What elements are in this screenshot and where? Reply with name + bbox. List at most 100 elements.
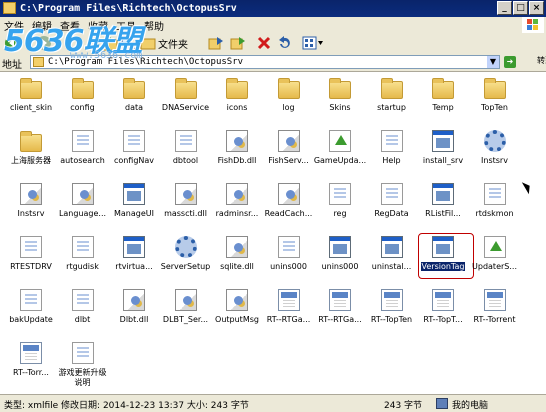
file-item[interactable]: dbtool [159, 130, 213, 182]
file-item[interactable]: DNAService [159, 77, 213, 129]
file-item[interactable]: rtdskmon [468, 183, 522, 235]
file-name: Instsrv [17, 209, 45, 218]
move-to-icon[interactable] [208, 35, 224, 51]
delete-icon[interactable] [256, 35, 272, 51]
file-item[interactable]: autosearch [56, 130, 110, 182]
file-item[interactable]: Dlbt.dll [107, 289, 161, 341]
file-item[interactable]: FishDb.dll [210, 130, 264, 182]
exe-icon [432, 183, 454, 205]
menu-help[interactable]: 帮助 [144, 18, 164, 33]
dll-icon [226, 183, 248, 205]
dll-icon [20, 183, 42, 205]
file-item[interactable]: Instsrv [468, 130, 522, 182]
copy-to-icon[interactable] [230, 35, 246, 51]
dll-icon [174, 289, 197, 311]
file-list[interactable]: client_skin config data DNAService icons log S… [0, 72, 546, 394]
file-item[interactable]: config [56, 77, 110, 129]
folder-icon [329, 78, 351, 99]
file-item[interactable]: reg [313, 183, 367, 235]
file-item[interactable]: TopTen [468, 77, 522, 129]
folder-icon [380, 78, 403, 99]
file-item[interactable]: log [262, 77, 316, 129]
file-item[interactable]: install_srv [416, 130, 470, 182]
undo-icon[interactable] [276, 35, 292, 51]
file-item[interactable]: unins000 [313, 236, 367, 288]
folder-icon [174, 78, 197, 99]
file-name: reg [333, 209, 347, 218]
file-name: RT--TopTen [370, 315, 413, 324]
go-button[interactable]: ➜ 转到 [503, 55, 546, 69]
file-item[interactable]: RT--TopTen [365, 289, 419, 341]
file-item[interactable]: Skins [313, 77, 367, 129]
folder-icon [123, 78, 145, 99]
file-item[interactable]: GameUpda... [313, 130, 367, 182]
file-name: ReadCach... [264, 209, 313, 218]
file-item[interactable]: icons [210, 77, 264, 129]
file-item[interactable]: startup [365, 77, 419, 129]
file-name: rtdskmon [475, 209, 514, 218]
file-item[interactable]: uninstal... [365, 236, 419, 288]
file-item[interactable]: ManageUI [107, 183, 161, 235]
file-item[interactable]: RTESTDRV [4, 236, 58, 288]
file-item[interactable]: 上海服务器 [4, 130, 58, 182]
minimize-button[interactable]: _ [497, 1, 512, 15]
gen-icon [329, 183, 351, 205]
file-name: DNAService [161, 103, 210, 112]
folder-icon [3, 2, 16, 14]
file-item[interactable]: FishServ... [262, 130, 316, 182]
file-name: install_srv [422, 156, 464, 165]
file-item[interactable]: RT--Torrent [468, 289, 522, 341]
file-item[interactable]: rtvirtua... [107, 236, 161, 288]
file-item[interactable]: client_skin [4, 77, 58, 129]
file-name: bakUpdate [9, 315, 53, 324]
title-bar[interactable]: C:\Program Files\Richtech\OctopusSrv _ □… [0, 0, 546, 17]
file-item[interactable]: Temp [416, 77, 470, 129]
file-item[interactable]: RT--RTGa... [262, 289, 316, 341]
gen-icon [20, 236, 42, 258]
folder-icon [71, 78, 94, 99]
file-item[interactable]: dlbt [56, 289, 110, 341]
file-item[interactable]: data [107, 77, 161, 129]
file-item[interactable]: radminsr... [210, 183, 264, 235]
gen-icon [71, 289, 94, 311]
file-item[interactable]: RegData [365, 183, 419, 235]
file-item[interactable]: Instsrv [4, 183, 58, 235]
rt-icon [380, 289, 403, 311]
folders-icon[interactable] [140, 35, 156, 51]
file-name: VersionTag [420, 262, 466, 271]
folders-label[interactable]: 文件夹 [158, 36, 188, 51]
file-item[interactable]: VersionTag [416, 233, 474, 288]
file-item[interactable]: rtgudisk [56, 236, 110, 288]
file-name: sqlite.dll [220, 262, 254, 271]
file-item[interactable]: masscti.dll [159, 183, 213, 235]
file-item[interactable]: RListFil... [416, 183, 470, 235]
file-item[interactable]: OutputMsg [210, 289, 264, 341]
file-name: ManageUI [114, 209, 154, 218]
maximize-button[interactable]: □ [513, 1, 528, 15]
file-name: RTESTDRV [10, 262, 52, 271]
views-icon[interactable] [302, 35, 324, 51]
file-name: RT--Torr... [13, 368, 49, 377]
file-item[interactable]: RT--TopT... [416, 289, 470, 341]
file-item[interactable]: ReadCach... [262, 183, 316, 235]
dll-icon [226, 130, 248, 152]
file-name: FishServ... [268, 156, 309, 165]
file-item[interactable]: DLBT_Ser... [159, 289, 213, 341]
file-item[interactable]: configNav [107, 130, 161, 182]
file-item[interactable]: RT--Torr... [4, 342, 58, 394]
file-item[interactable]: unins000 [262, 236, 316, 288]
file-item[interactable]: bakUpdate [4, 289, 58, 341]
rt-icon [20, 342, 42, 364]
file-item[interactable]: Language... [56, 183, 110, 235]
file-item[interactable]: UpdaterS... [468, 236, 522, 288]
file-name: 游戏更新升级说明 [58, 368, 107, 387]
file-item[interactable]: 游戏更新升级说明 [56, 342, 110, 394]
file-item[interactable]: sqlite.dll [210, 236, 264, 288]
close-button[interactable]: × [529, 1, 544, 15]
file-item[interactable]: Help [365, 130, 419, 182]
file-item[interactable]: RT--RTGa... [313, 289, 367, 341]
file-name: OutputMsg [215, 315, 259, 324]
file-item[interactable]: ServerSetup [159, 236, 213, 288]
chevron-down-icon[interactable]: ▼ [487, 56, 499, 68]
file-name: configNav [113, 156, 155, 165]
